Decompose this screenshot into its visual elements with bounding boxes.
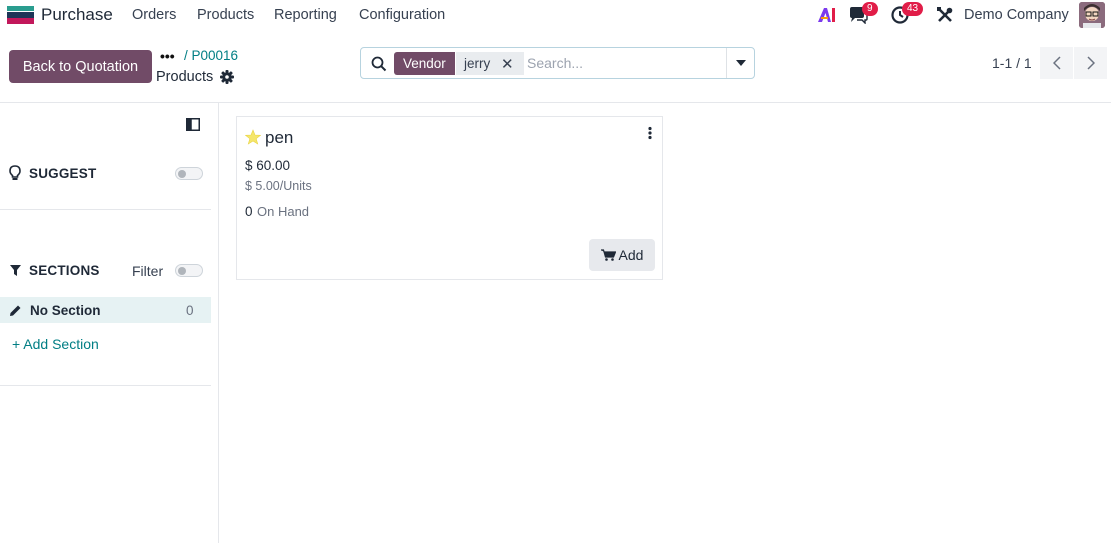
tools-icon[interactable] (934, 5, 956, 25)
section-item-label: No Section (30, 303, 101, 318)
purchase-app-icon[interactable] (7, 6, 34, 24)
section-item-count: 0 (186, 303, 194, 318)
pager-next-button[interactable] (1074, 47, 1107, 79)
search-bar: Vendor jerry ✕ (360, 47, 755, 79)
menu-configuration[interactable]: Configuration (359, 7, 445, 23)
chat-badge: 9 (862, 2, 878, 16)
page-title: Products (156, 69, 214, 85)
suggest-title: SUGGEST (29, 166, 97, 181)
search-icon[interactable] (371, 56, 387, 72)
star-icon[interactable] (244, 129, 262, 145)
caret-down-icon (736, 60, 746, 66)
search-facet-value: jerry (456, 52, 524, 75)
sidebar-divider (0, 209, 211, 210)
pencil-icon (10, 305, 21, 316)
chevron-right-icon (1086, 56, 1095, 70)
breadcrumb-link-order[interactable]: / P00016 (184, 48, 238, 63)
facet-remove-icon[interactable]: ✕ (501, 52, 514, 75)
app-name[interactable]: Purchase (41, 5, 113, 25)
suggest-toggle[interactable] (175, 167, 203, 180)
filter-toggle[interactable] (175, 264, 203, 277)
search-input[interactable] (527, 51, 725, 75)
card-menu-icon[interactable] (642, 125, 658, 141)
sidebar-collapse-icon[interactable] (186, 118, 200, 131)
on-hand-quantity: 0 (245, 204, 253, 219)
product-unit-price: $ 5.00/Units (245, 179, 312, 193)
company-switcher[interactable]: Demo Company (964, 7, 1069, 23)
sidebar-divider (0, 385, 211, 386)
search-facet-label: Vendor (394, 52, 455, 75)
ai-icon[interactable] (816, 5, 838, 25)
search-options-toggle[interactable] (726, 48, 755, 78)
back-to-quotation-button[interactable]: Back to Quotation (9, 50, 152, 83)
add-section-link[interactable]: + Add Section (12, 336, 99, 352)
chevron-left-icon (1052, 56, 1061, 70)
pager-value[interactable]: 1-1 / 1 (992, 55, 1032, 71)
menu-reporting[interactable]: Reporting (274, 7, 337, 23)
sections-title: SECTIONS (29, 263, 100, 278)
gear-icon[interactable] (220, 70, 234, 84)
breadcrumb-more-button[interactable]: ••• (160, 48, 175, 64)
filter-label: Filter (132, 263, 164, 279)
lightbulb-icon (9, 165, 21, 180)
menu-orders[interactable]: Orders (132, 7, 176, 23)
add-product-button[interactable]: Add (589, 239, 655, 271)
filter-icon (10, 265, 21, 276)
shopping-cart-icon (600, 249, 616, 261)
product-price: $ 60.00 (245, 158, 291, 173)
add-button-label: Add (618, 247, 644, 263)
pager-previous-button[interactable] (1040, 47, 1073, 79)
top-navbar: Purchase Orders Products Reporting Confi… (0, 0, 1111, 30)
user-avatar[interactable] (1079, 2, 1105, 28)
product-name: pen (265, 128, 294, 147)
on-hand-label: On Hand (257, 204, 310, 219)
product-card[interactable]: pen $ 60.00 $ 5.00/Units 0 On Hand Add (236, 116, 663, 280)
catalog-sidebar: SUGGEST SECTIONS Filter No Section 0 + A… (0, 103, 219, 543)
section-item-no-section[interactable]: No Section 0 (0, 297, 211, 323)
menu-products[interactable]: Products (197, 7, 254, 23)
activity-badge: 43 (902, 2, 924, 16)
